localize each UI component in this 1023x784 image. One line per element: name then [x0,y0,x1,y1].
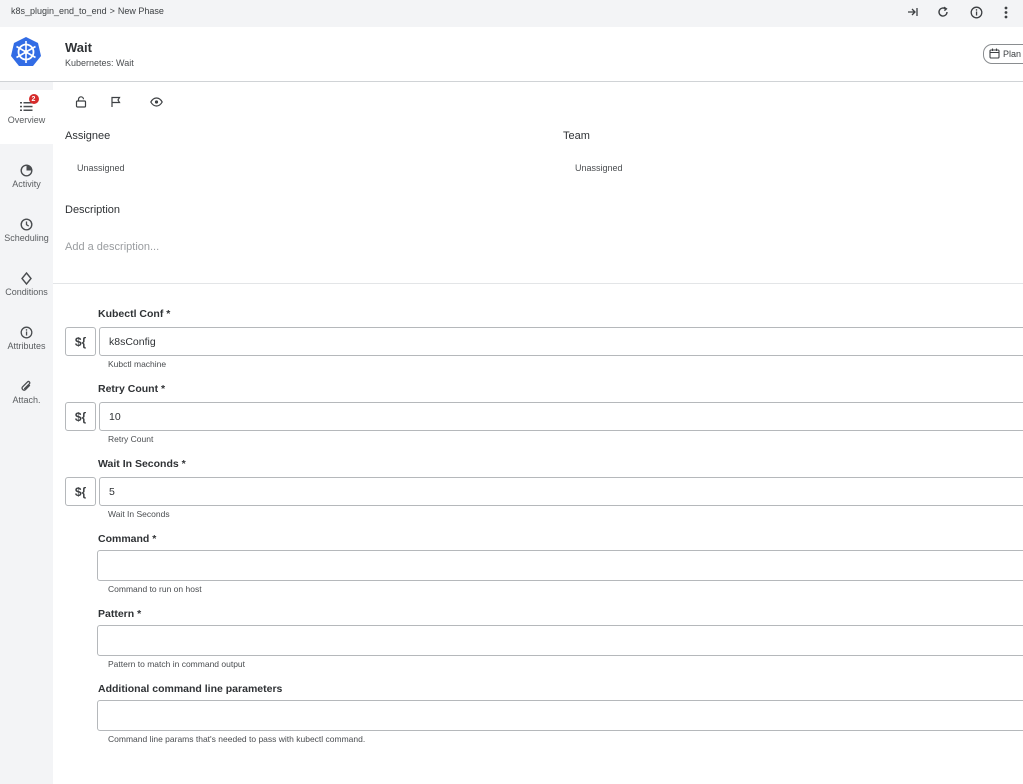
collapse-icon[interactable] [905,4,921,20]
command-input[interactable] [97,550,1023,581]
description-label: Description [65,204,121,216]
sidebar-item-attachments[interactable]: Attach. [0,370,53,424]
kubectl-conf-label: Kubectl Conf * [98,308,171,320]
kubectl-conf-hint: Kubctl machine [108,359,167,369]
variable-toggle-button[interactable]: ${ [65,327,96,356]
pattern-input[interactable] [97,625,1023,656]
retry-count-label: Retry Count * [98,383,166,395]
sidebar-item-scheduling[interactable]: Scheduling [0,208,53,262]
plan-button-label: Plan [1003,49,1022,59]
team-value[interactable]: Unassigned [575,163,623,173]
breadcrumb: k8s_plugin_end_to_end > New Phase [11,6,164,16]
retry-count-input[interactable]: 10 [99,402,1023,431]
breadcrumb-separator: > [109,6,115,16]
list-icon: 2 [19,94,39,114]
info-icon[interactable] [968,4,984,20]
variable-toggle-button[interactable]: ${ [65,477,96,506]
additional-params-label: Additional command line parameters [98,683,283,695]
lock-icon[interactable] [73,94,89,110]
sidebar-item-overview[interactable]: 2 Overview [0,90,53,144]
variable-toggle-button[interactable]: ${ [65,402,96,431]
refresh-icon[interactable] [935,4,951,20]
breadcrumb-parent-link[interactable]: k8s_plugin_end_to_end [11,6,107,16]
sidebar: 2 Overview Activity Scheduling Condition… [0,82,53,784]
assignee-value[interactable]: Unassigned [77,163,125,173]
sidebar-item-attributes[interactable]: Attributes [0,316,53,370]
wait-seconds-input[interactable]: 5 [99,477,1023,506]
kubernetes-logo [10,36,42,68]
paperclip-icon [19,378,35,394]
sidebar-item-label: Attach. [12,395,41,405]
description-input[interactable]: Add a description... [65,241,159,253]
page-subtitle: Kubernetes: Wait [65,58,134,68]
flag-icon[interactable] [108,94,124,110]
sidebar-item-activity[interactable]: Activity [0,154,53,208]
top-bar: k8s_plugin_end_to_end > New Phase [0,0,1023,27]
pattern-label: Pattern * [98,608,142,620]
wait-seconds-hint: Wait In Seconds [108,509,170,519]
diamond-icon [19,270,35,286]
command-hint: Command to run on host [108,584,202,594]
eye-icon[interactable] [148,94,164,110]
sidebar-item-label: Attributes [7,341,46,351]
plan-button[interactable]: Plan [983,44,1023,64]
section-divider [53,283,1023,284]
assignee-label: Assignee [65,130,111,142]
notification-badge: 2 [28,94,39,104]
calendar-icon [989,48,1000,61]
sidebar-item-label: Overview [7,115,46,125]
pattern-hint: Pattern to match in command output [108,659,246,669]
sidebar-item-label: Scheduling [4,233,49,243]
command-label: Command * [98,533,157,545]
page-title: Wait [65,40,92,55]
sidebar-item-conditions[interactable]: Conditions [0,262,53,316]
info-circle-icon [19,324,35,340]
clock-icon [19,216,35,232]
phase-header: Wait Kubernetes: Wait Plan [0,27,1023,82]
more-icon[interactable] [998,4,1014,20]
additional-params-input[interactable] [97,700,1023,731]
breadcrumb-current: New Phase [117,6,164,16]
sidebar-item-label: Conditions [5,287,48,297]
wait-seconds-label: Wait In Seconds * [98,458,186,470]
pie-icon [19,162,35,178]
sidebar-item-label: Activity [12,179,41,189]
retry-count-hint: Retry Count [108,434,154,444]
team-label: Team [563,130,590,142]
kubectl-conf-input[interactable]: k8sConfig [99,327,1023,356]
additional-params-hint: Command line params that's needed to pas… [108,734,366,744]
